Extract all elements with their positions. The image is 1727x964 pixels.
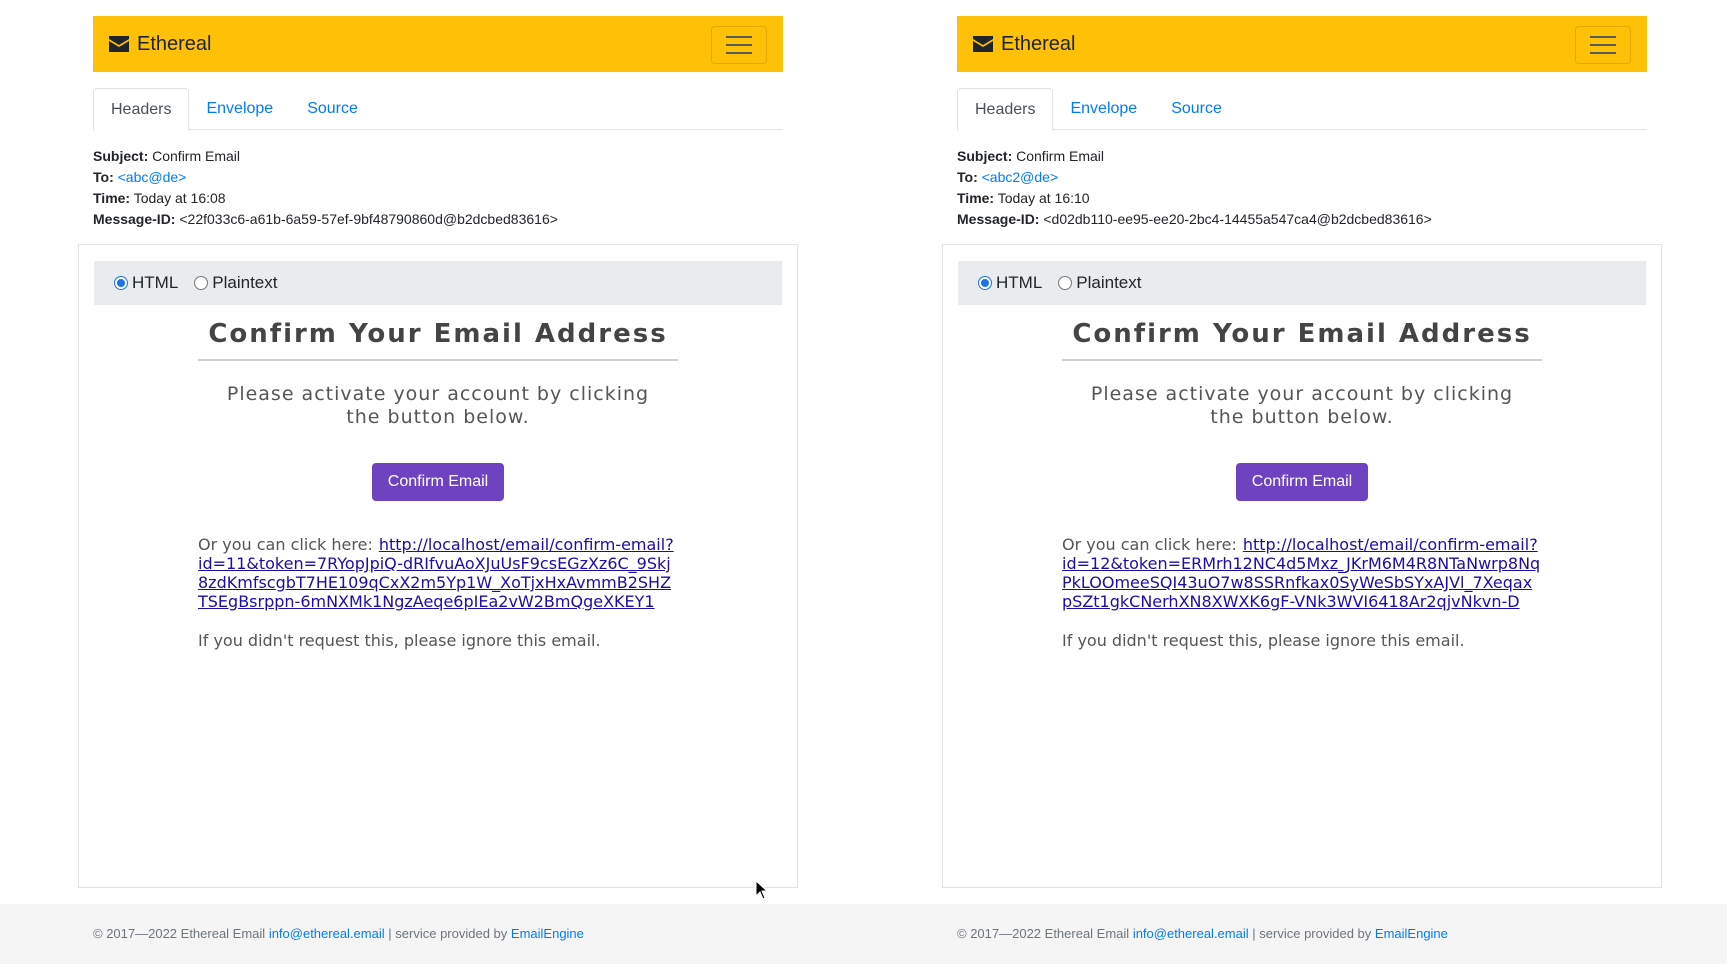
footer-separator: | [388,926,392,941]
confirm-email-button[interactable]: Confirm Email [1235,463,1369,501]
subject-label: Subject: [957,148,1013,164]
subject-value: Confirm Email [1016,148,1105,164]
radio-button-checked[interactable] [978,276,992,290]
email-heading: Confirm Your Email Address [1062,319,1542,361]
email-body: Confirm Your Email Address Please activa… [1062,305,1542,650]
tab-headers[interactable]: Headers [93,88,190,131]
tab-source[interactable]: Source [1154,88,1239,130]
menu-toggle-button[interactable] [1575,26,1631,64]
alt-link-paragraph: Or you can click here: http://localhost/e… [198,535,678,611]
provider-link[interactable]: EmailEngine [1375,926,1448,941]
provider-link[interactable]: EmailEngine [511,926,584,941]
radio-button[interactable] [194,276,209,290]
tab-envelope[interactable]: Envelope [189,88,290,130]
contact-email-link[interactable]: info@ethereal.email [269,926,385,941]
footer-right: © 2017—2022 Ethereal Email info@ethereal… [957,926,1448,941]
email-body: Confirm Your Email Address Please activa… [198,305,678,650]
radio-html[interactable]: HTML [978,273,1042,293]
copyright-text: © 2017—2022 Ethereal Email [93,926,266,941]
footer-left: © 2017—2022 Ethereal Email info@ethereal… [93,926,584,941]
message-id-value: <22f033c6-a61b-6a59-57ef-9bf48790860d@b2… [179,211,558,227]
message-id-value: <d02db110-ee95-ee20-2bc4-14455a547ca4@b2… [1043,211,1432,227]
subject-value: Confirm Email [152,148,241,164]
tab-envelope[interactable]: Envelope [1053,88,1154,130]
hamburger-icon [726,36,752,38]
header-tabs: Headers Envelope Source [93,88,783,131]
message-id-label: Message-ID: [957,211,1040,227]
envelope-icon [973,36,993,52]
footer: © 2017—2022 Ethereal Email info@ethereal… [0,904,1727,964]
tab-headers[interactable]: Headers [957,88,1054,131]
to-label: To: [93,169,114,185]
ignore-text: If you didn't request this, please ignor… [198,631,601,650]
envelope-icon [109,36,129,52]
radio-button[interactable] [1058,276,1073,290]
subject-label: Subject: [93,148,149,164]
brand-name: Ethereal [137,32,212,55]
radio-button-checked[interactable] [114,276,128,290]
to-link[interactable]: <abc2@de> [982,169,1059,185]
footer-separator: | [1252,926,1256,941]
message-pane-right: Ethereal Headers Envelope Source Subject… [942,0,1662,900]
radio-plaintext[interactable]: Plaintext [1058,273,1141,293]
brand[interactable]: Ethereal [973,33,1076,56]
view-switch: HTML Plaintext [94,261,782,305]
to-label: To: [957,169,978,185]
header-tabs: Headers Envelope Source [957,88,1647,131]
or-text: Or you can click here: [1062,535,1237,554]
message-pane-left: Ethereal Headers Envelope Source Subject… [78,0,798,900]
confirm-email-button[interactable]: Confirm Email [371,463,505,501]
brand-name: Ethereal [1001,32,1076,55]
radio-html[interactable]: HTML [114,273,178,293]
hamburger-icon [1590,36,1616,38]
activate-text: Please activate your account by clicking… [226,383,650,428]
copyright-text: © 2017—2022 Ethereal Email [957,926,1130,941]
radio-plaintext[interactable]: Plaintext [194,273,277,293]
email-heading: Confirm Your Email Address [198,319,678,361]
time-label: Time: [93,190,131,206]
alt-link-paragraph: Or you can click here: http://localhost/e… [1062,535,1542,611]
menu-toggle-button[interactable] [711,26,767,64]
navbar: Ethereal [957,16,1647,72]
ignore-text: If you didn't request this, please ignor… [1062,631,1465,650]
message-preview: HTML Plaintext Confirm Your Email Addres… [942,244,1662,888]
time-value: Today at 16:10 [997,190,1090,206]
navbar: Ethereal [93,16,783,72]
service-text: service provided by [1259,926,1372,941]
tab-source[interactable]: Source [290,88,375,130]
message-meta: Subject: Confirm Email To: <abc2@de> Tim… [957,146,1432,230]
message-id-label: Message-ID: [93,211,176,227]
view-switch: HTML Plaintext [958,261,1646,305]
time-label: Time: [957,190,995,206]
mouse-cursor-icon [755,880,769,900]
to-link[interactable]: <abc@de> [118,169,187,185]
activate-text: Please activate your account by clicking… [1090,383,1514,428]
message-preview: HTML Plaintext Confirm Your Email Addres… [78,244,798,888]
time-value: Today at 16:08 [133,190,226,206]
brand[interactable]: Ethereal [109,33,212,56]
contact-email-link[interactable]: info@ethereal.email [1133,926,1249,941]
message-meta: Subject: Confirm Email To: <abc@de> Time… [93,146,558,230]
service-text: service provided by [395,926,508,941]
or-text: Or you can click here: [198,535,373,554]
